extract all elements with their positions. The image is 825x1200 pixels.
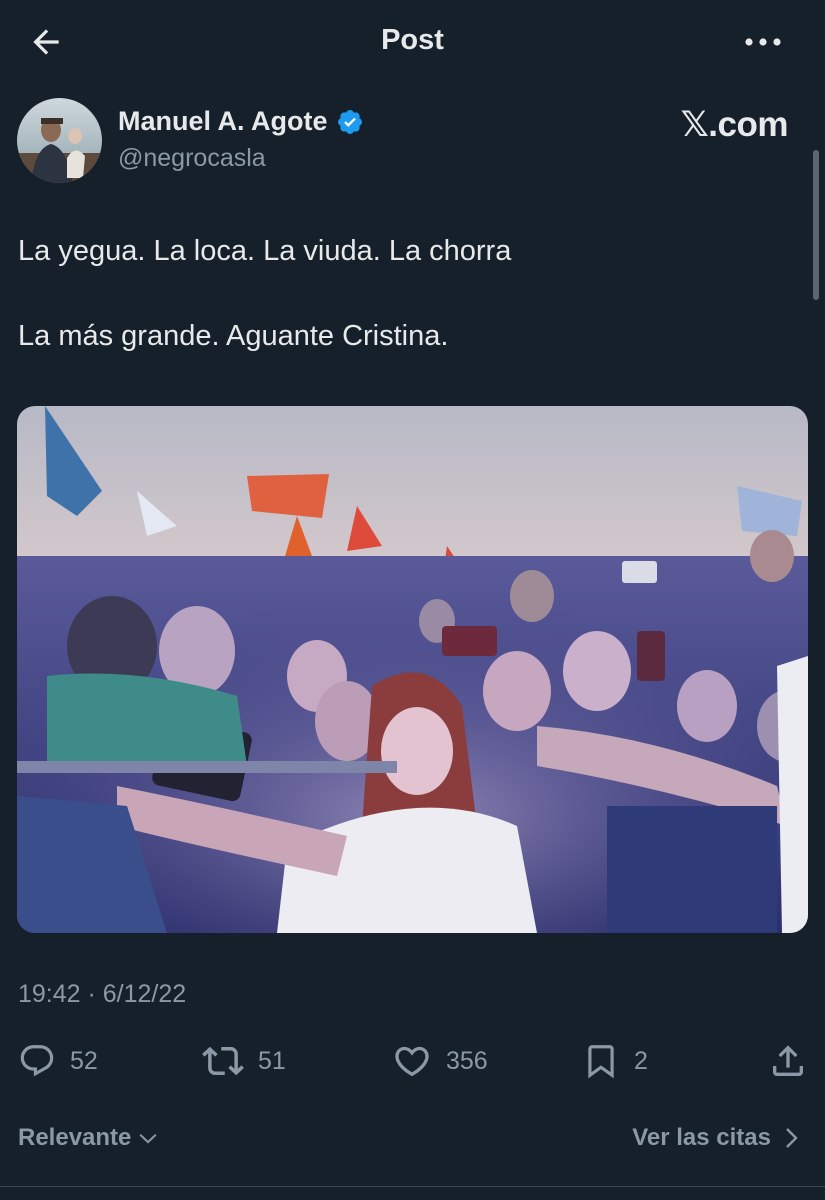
view-quotes-link[interactable]: Ver las citas: [632, 1124, 801, 1152]
reply-icon: [20, 1045, 54, 1077]
replies-header: Relevante Ver las citas: [0, 1120, 825, 1160]
action-bar: 52 51 356 2: [0, 1036, 825, 1086]
sort-label: Relevante: [18, 1124, 132, 1151]
author-name-text: Manuel A. Agote: [118, 106, 328, 136]
crowd-photo: [17, 406, 808, 933]
repost-count: 51: [258, 1046, 286, 1075]
avatar-image: [17, 98, 102, 183]
tweet-text: La yegua. La loca. La viuda. La chorra L…: [18, 232, 808, 402]
verified-badge-icon: [337, 109, 362, 134]
tweet-line: La yegua. La loca. La viuda. La chorra: [18, 235, 512, 267]
like-button[interactable]: 356: [392, 1036, 488, 1086]
divider: [0, 1186, 825, 1187]
avatar[interactable]: [17, 98, 102, 183]
reply-count: 52: [70, 1046, 98, 1075]
sort-dropdown[interactable]: Relevante: [18, 1124, 159, 1152]
page-title: Post: [381, 24, 444, 56]
bookmark-icon: [588, 1045, 614, 1079]
bookmark-count: 2: [634, 1046, 648, 1075]
reply-button[interactable]: 52: [18, 1036, 98, 1086]
repost-button[interactable]: 51: [202, 1036, 286, 1086]
tweet-photo[interactable]: [17, 406, 808, 933]
bookmark-button[interactable]: 2: [582, 1036, 648, 1086]
author-name[interactable]: Manuel A. Agote: [118, 106, 364, 137]
chevron-down-icon: [139, 1134, 157, 1144]
tweet-line: La más grande. Aguante Cristina.: [18, 320, 449, 352]
scrollbar[interactable]: [813, 150, 819, 300]
author-handle[interactable]: @negrocasla: [118, 144, 266, 173]
more-options-button[interactable]: [739, 24, 787, 60]
more-horizontal-icon: [745, 38, 781, 46]
heart-icon: [395, 1046, 429, 1077]
like-count: 356: [446, 1046, 488, 1075]
chevron-right-icon: [786, 1128, 798, 1148]
view-quotes-label: Ver las citas: [632, 1124, 771, 1151]
top-bar: Post: [0, 0, 825, 84]
share-button[interactable]: [768, 1036, 808, 1086]
repost-icon: [202, 1046, 244, 1076]
post-timestamp[interactable]: 19:42 · 6/12/22: [18, 980, 186, 1009]
x-com-watermark: 𝕏.com: [680, 105, 789, 144]
share-icon: [773, 1045, 803, 1076]
